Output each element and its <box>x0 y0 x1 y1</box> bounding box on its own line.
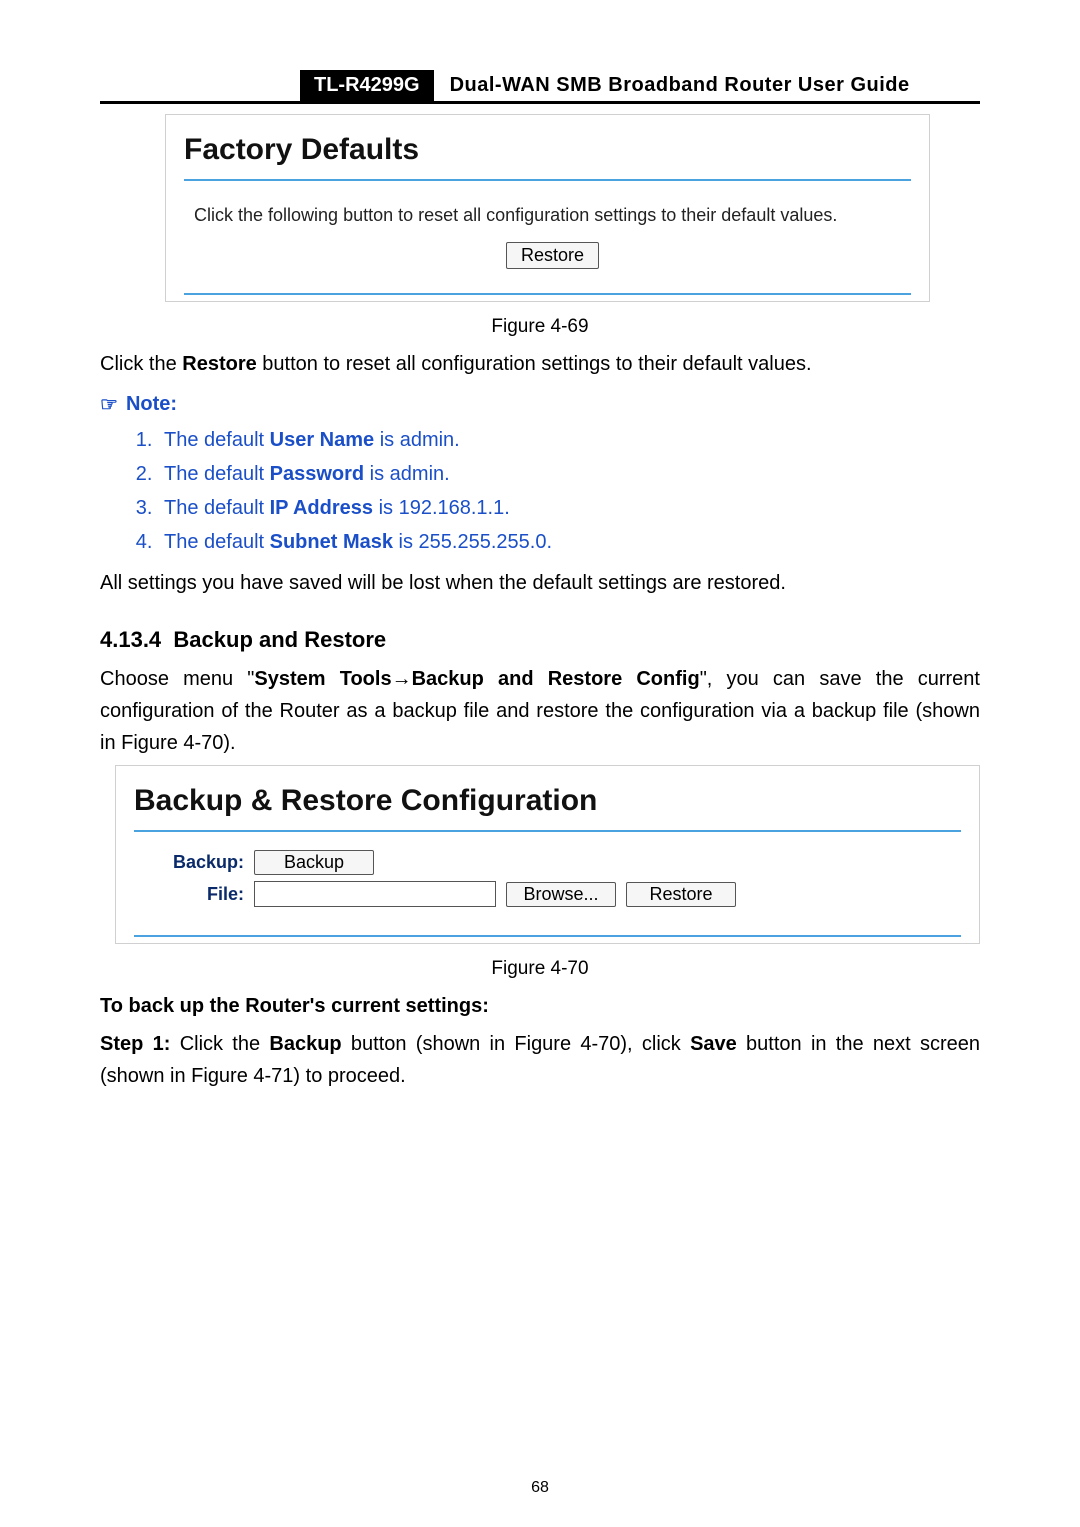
page-number: 68 <box>0 1479 1080 1497</box>
browse-button[interactable]: Browse... <box>506 882 616 907</box>
backup-button[interactable]: Backup <box>254 850 374 875</box>
guide-title: Dual-WAN SMB Broadband Router User Guide <box>434 70 980 101</box>
note-item: The default IP Address is 192.168.1.1. <box>158 491 980 525</box>
note-heading: ☞ Note: <box>100 392 980 417</box>
figure-caption: Figure 4-70 <box>100 958 980 980</box>
figure-caption: Figure 4-69 <box>100 316 980 338</box>
backup-restore-panel: Backup & Restore Configuration Backup: B… <box>115 765 980 944</box>
file-row: File: Browse... Restore <box>144 881 961 907</box>
note-label: Note: <box>126 393 177 416</box>
factory-defaults-panel: Factory Defaults Click the following but… <box>165 114 930 302</box>
factory-defaults-desc: Click the following button to reset all … <box>194 205 911 226</box>
backup-instructions-head: To back up the Router's current settings… <box>100 990 980 1022</box>
panel-divider <box>184 293 911 295</box>
pointing-hand-icon: ☞ <box>100 392 118 417</box>
model-badge: TL-R4299G <box>300 70 434 101</box>
file-input[interactable] <box>254 881 496 907</box>
file-label: File: <box>144 884 244 905</box>
panel-divider <box>134 935 961 937</box>
section-heading: 4.13.4 Backup and Restore <box>100 627 980 653</box>
note-item: The default Password is admin. <box>158 457 980 491</box>
lost-settings-warning: All settings you have saved will be lost… <box>100 567 980 599</box>
panel-title: Factory Defaults <box>166 115 929 179</box>
choose-menu-text: Choose menu "System Tools→Backup and Res… <box>100 663 980 759</box>
note-item: The default Subnet Mask is 255.255.255.0… <box>158 525 980 559</box>
backup-row: Backup: Backup <box>144 850 961 875</box>
panel-title: Backup & Restore Configuration <box>116 766 979 830</box>
restore-instruction: Click the Restore button to reset all co… <box>100 348 980 380</box>
restore-button[interactable]: Restore <box>506 242 599 269</box>
note-item: The default User Name is admin. <box>158 423 980 457</box>
page-header: TL-R4299G Dual-WAN SMB Broadband Router … <box>100 70 980 104</box>
step-1: Step 1: Click the Backup button (shown i… <box>100 1028 980 1092</box>
restore-file-button[interactable]: Restore <box>626 882 736 907</box>
panel-body: Backup: Backup File: Browse... Restore <box>116 832 979 935</box>
backup-label: Backup: <box>144 852 244 873</box>
panel-body: Click the following button to reset all … <box>166 181 929 293</box>
note-list: The default User Name is admin. The defa… <box>140 423 980 559</box>
